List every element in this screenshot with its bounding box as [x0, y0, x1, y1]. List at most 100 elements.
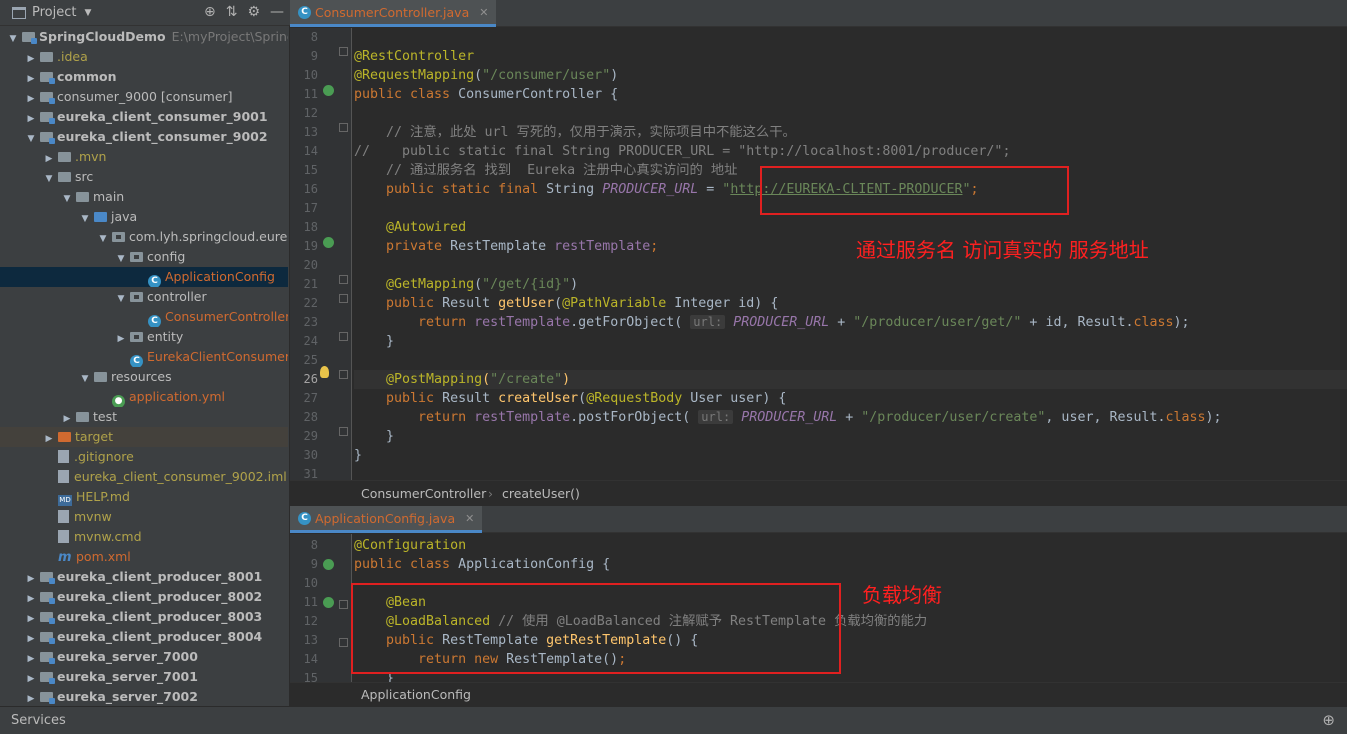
bean-gutter-icon[interactable] [323, 597, 334, 608]
code-line[interactable]: } [354, 427, 394, 446]
chevron-down-icon[interactable]: ▼ [80, 209, 90, 227]
tree-item[interactable]: ▼ src [0, 167, 288, 187]
breadcrumb-class[interactable]: ConsumerController [361, 486, 486, 501]
code-line[interactable]: // 通过服务名 找到 Eureka 注册中心真实访问的 地址 [354, 161, 737, 180]
chevron-right-icon[interactable]: ▶ [26, 89, 36, 107]
fold-marker-icon[interactable] [339, 370, 348, 379]
chevron-down-icon[interactable]: ▼ [62, 189, 72, 207]
chevron-right-icon[interactable]: ▶ [26, 109, 36, 127]
code-line[interactable]: public class ConsumerController { [354, 85, 618, 104]
tree-item[interactable]: ▶ eureka_server_7000 [0, 647, 288, 667]
chevron-down-icon[interactable]: ▼ [8, 29, 18, 47]
tree-item[interactable]: eureka_client_consumer_9002.iml [0, 467, 288, 487]
tree-item[interactable]: ▶ .idea [0, 47, 288, 67]
chevron-right-icon[interactable]: ▶ [44, 429, 54, 447]
code-line[interactable]: // public static final String PRODUCER_U… [354, 142, 1010, 161]
tree-item[interactable]: ▶ common [0, 67, 288, 87]
tree-item[interactable]: C ConsumerController [0, 307, 288, 327]
code-line[interactable]: public class ApplicationConfig { [354, 555, 610, 574]
chevron-down-icon[interactable]: ▼ [80, 369, 90, 387]
chevron-down-icon[interactable]: ▼ [26, 129, 36, 147]
chevron-down-icon[interactable]: ▼ [116, 289, 126, 307]
tree-item[interactable]: MD HELP.md [0, 487, 288, 507]
chevron-right-icon[interactable]: ▶ [26, 629, 36, 647]
tree-item[interactable]: m pom.xml [0, 547, 288, 567]
services-tab[interactable]: Services [11, 713, 66, 728]
tree-item[interactable]: ▶ target [0, 427, 288, 447]
close-icon[interactable]: ✕ [465, 512, 474, 525]
chevron-right-icon[interactable]: ▶ [26, 609, 36, 627]
fold-marker-icon[interactable] [339, 600, 348, 609]
code-line[interactable]: // 注意，此处 url 写死的，仅用于演示，实际项目中不能这么干。 [354, 123, 796, 142]
tree-item[interactable]: ▼ SpringCloudDemo E:\myProject\SpringCl [0, 27, 288, 47]
tree-item[interactable]: ▼ config [0, 247, 288, 267]
tab-consumer-controller[interactable]: C ConsumerController.java ✕ [290, 0, 497, 27]
fold-marker-icon[interactable] [339, 332, 348, 341]
intention-bulb-icon[interactable] [320, 366, 329, 378]
fold-marker-icon[interactable] [339, 638, 348, 647]
chevron-right-icon[interactable]: ▶ [62, 409, 72, 427]
chevron-right-icon[interactable]: ▶ [26, 649, 36, 667]
tree-item[interactable]: ▶ eureka_client_producer_8002 [0, 587, 288, 607]
tree-item[interactable]: ▶ eureka_client_producer_8001 [0, 567, 288, 587]
tree-item[interactable]: ▶ .mvn [0, 147, 288, 167]
bean-gutter-icon[interactable] [323, 85, 334, 96]
chevron-down-icon[interactable]: ▼ [44, 169, 54, 187]
chevron-right-icon[interactable]: ▶ [116, 329, 126, 347]
chevron-right-icon[interactable]: ▶ [44, 149, 54, 167]
code-line[interactable]: return restTemplate.postForObject( url: … [354, 408, 1222, 427]
chevron-right-icon[interactable]: ▶ [26, 69, 36, 87]
collapse-icon[interactable]: ⇅ [226, 4, 238, 20]
tree-item[interactable]: ▶ eureka_server_7001 [0, 667, 288, 687]
fold-marker-icon[interactable] [339, 47, 348, 56]
tree-item[interactable]: C ApplicationConfig [0, 267, 288, 287]
tree-item[interactable]: ▼ java [0, 207, 288, 227]
tree-item[interactable]: mvnw.cmd [0, 527, 288, 547]
tree-item[interactable]: ▼ resources [0, 367, 288, 387]
tree-item[interactable]: ▼ main [0, 187, 288, 207]
tree-item[interactable]: ▼ eureka_client_consumer_9002 [0, 127, 288, 147]
configuration-gutter-icon[interactable] [323, 559, 334, 570]
breadcrumb-class[interactable]: ApplicationConfig [361, 687, 471, 702]
code-line[interactable]: @RequestMapping("/consumer/user") [354, 66, 618, 85]
code-line[interactable]: @GetMapping("/get/{id}") [354, 275, 578, 294]
tree-item[interactable]: mvnw [0, 507, 288, 527]
chevron-down-icon[interactable]: ▼ [116, 249, 126, 267]
breadcrumb-method[interactable]: createUser() [502, 486, 580, 501]
tree-item[interactable]: ▼ controller [0, 287, 288, 307]
tree-item[interactable]: ▶ entity [0, 327, 288, 347]
close-icon[interactable]: ✕ [479, 6, 488, 19]
code-line[interactable]: @PostMapping("/create") [354, 370, 570, 389]
code-line[interactable]: public Result createUser(@RequestBody Us… [354, 389, 786, 408]
hide-icon[interactable]: — [270, 4, 284, 20]
fold-marker-icon[interactable] [339, 294, 348, 303]
code-line[interactable]: return restTemplate.getForObject( url: P… [354, 313, 1190, 332]
code-line[interactable]: } [354, 332, 394, 351]
tree-item[interactable]: ▶ eureka_client_consumer_9001 [0, 107, 288, 127]
editor1-code-area[interactable]: 8 9 10 11 12 13 14 15 16 17 18 19 20 21 22 23 24 25 26 27 28… [290, 28, 1347, 480]
tree-item[interactable]: .gitignore [0, 447, 288, 467]
project-view-selector[interactable]: Project ▼ [12, 5, 91, 20]
chevron-right-icon[interactable]: ▶ [26, 569, 36, 587]
locate-icon[interactable]: ⊕ [204, 4, 216, 20]
tree-item[interactable]: ▶ eureka_server_7002 [0, 687, 288, 707]
chevron-right-icon[interactable]: ▶ [26, 669, 36, 687]
tree-item[interactable]: ▶ eureka_client_producer_8003 [0, 607, 288, 627]
code-line[interactable]: } [354, 446, 362, 465]
settings-icon[interactable]: ⊕ [1322, 711, 1335, 729]
chevron-right-icon[interactable]: ▶ [26, 689, 36, 707]
tree-item[interactable]: ▼ com.lyh.springcloud.eureka [0, 227, 288, 247]
chevron-right-icon[interactable]: ▶ [26, 589, 36, 607]
code-line[interactable]: private RestTemplate restTemplate; [354, 237, 658, 256]
gear-icon[interactable]: ⚙ [247, 4, 260, 20]
code-line[interactable]: public Result getUser(@PathVariable Inte… [354, 294, 778, 313]
fold-marker-icon[interactable] [339, 123, 348, 132]
tree-item[interactable]: ▶ eureka_client_producer_8004 [0, 627, 288, 647]
code-line[interactable]: @Autowired [354, 218, 466, 237]
chevron-right-icon[interactable]: ▶ [26, 49, 36, 67]
fold-marker-icon[interactable] [339, 275, 348, 284]
code-line[interactable]: @RestController [354, 47, 474, 66]
tree-item[interactable]: ▶ consumer_9000 [consumer] [0, 87, 288, 107]
chevron-down-icon[interactable]: ▼ [98, 229, 108, 247]
code-line[interactable]: @Configuration [354, 536, 466, 555]
